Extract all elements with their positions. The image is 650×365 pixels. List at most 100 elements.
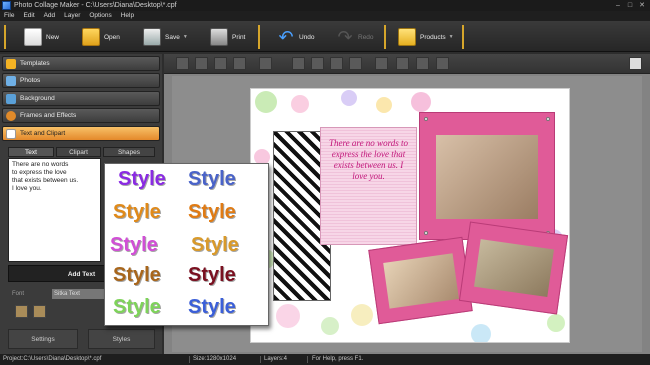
status-separator — [189, 356, 190, 363]
flower-decoration — [276, 304, 300, 328]
print-button[interactable]: Print — [210, 24, 245, 50]
italic-style-button[interactable] — [33, 305, 46, 318]
main-toolbar: New Open Save ▼ Print ↶ Undo ↷ Redo Prod… — [0, 21, 650, 52]
status-help: For Help, press F1. — [312, 356, 364, 362]
status-layers: Layers:4 — [264, 356, 288, 362]
photo-frame-large[interactable] — [419, 112, 555, 240]
bring-to-front-icon[interactable] — [214, 57, 227, 70]
style-option-8[interactable]: Style — [188, 264, 236, 286]
send-to-back-icon[interactable] — [233, 57, 246, 70]
flower-decoration — [411, 92, 431, 112]
flower-decoration — [291, 95, 309, 113]
photo-hugging-women[interactable] — [383, 253, 459, 309]
undo-arrow-icon: ↶ — [278, 27, 294, 47]
fit-icon[interactable] — [436, 57, 449, 70]
undo-button[interactable]: ↶ Undo — [277, 24, 314, 50]
page-icon[interactable] — [629, 57, 642, 70]
rotate-right-icon[interactable] — [311, 57, 324, 70]
new-button[interactable]: New — [24, 24, 59, 50]
printer-icon — [210, 28, 228, 46]
align-icon[interactable] — [259, 57, 272, 70]
flower-decoration — [376, 97, 392, 113]
sidebar-item-photos[interactable]: Photos — [2, 73, 160, 88]
style-option-1[interactable]: Style — [118, 168, 166, 190]
text-input[interactable]: There are no words to express the love t… — [8, 158, 101, 262]
products-box-icon — [398, 28, 416, 46]
status-size: Size:1280x1024 — [193, 356, 237, 362]
send-backward-icon[interactable] — [195, 57, 208, 70]
maximize-button[interactable]: □ — [624, 0, 636, 11]
photo-two-women[interactable] — [436, 135, 538, 219]
sidebar-item-background[interactable]: Background — [2, 91, 160, 106]
status-separator — [260, 356, 261, 363]
edit-toolbar — [164, 54, 650, 74]
chevron-down-icon[interactable]: ▼ — [183, 34, 188, 40]
photo-frame-small-left[interactable] — [368, 236, 473, 325]
new-document-icon — [24, 28, 42, 46]
style-option-2[interactable]: Style — [188, 168, 236, 190]
bring-forward-icon[interactable] — [176, 57, 189, 70]
status-bar: Project:C:\Users\Diana\Desktop\*.cpf Siz… — [0, 354, 650, 365]
style-option-3[interactable]: Style — [113, 201, 161, 223]
status-separator — [307, 356, 308, 363]
bold-style-button[interactable] — [15, 305, 28, 318]
status-project: Project:C:\Users\Diana\Desktop\*.cpf — [3, 356, 102, 362]
tab-styles[interactable]: Styles — [88, 329, 155, 349]
sidebar-item-text-and-clipart[interactable]: Text and Clipart — [2, 126, 160, 141]
font-label: Font — [12, 291, 25, 297]
open-button[interactable]: Open — [82, 24, 120, 50]
menu-bar: File Edit Add Layer Options Help — [0, 11, 650, 21]
toolbar-separator — [384, 25, 386, 49]
flower-decoration — [341, 90, 357, 106]
menu-edit[interactable]: Edit — [23, 12, 34, 19]
sidebar-item-frames-and-effects[interactable]: Frames and Effects — [2, 108, 160, 123]
photos-icon — [6, 75, 16, 86]
flip-horizontal-icon[interactable] — [330, 57, 343, 70]
app-icon — [2, 1, 11, 10]
flower-decoration — [321, 317, 339, 335]
style-option-5[interactable]: Style — [110, 234, 158, 256]
sidebar-item-templates[interactable]: Templates — [2, 56, 160, 71]
tab-settings[interactable]: Settings — [8, 329, 78, 349]
folder-icon — [82, 28, 100, 46]
window-title: Photo Collage Maker - C:\Users\Diana\Des… — [14, 2, 177, 9]
close-button[interactable]: ✕ — [636, 0, 648, 11]
menu-options[interactable]: Options — [89, 12, 111, 19]
redo-button[interactable]: ↷ Redo — [336, 24, 373, 50]
save-button[interactable]: Save ▼ — [143, 24, 188, 50]
toolbar-separator — [462, 25, 464, 49]
settings-gear-icon[interactable] — [416, 57, 429, 70]
style-option-9[interactable]: Style — [113, 296, 161, 318]
minimize-button[interactable]: – — [612, 0, 624, 11]
rivet-decoration — [424, 231, 428, 235]
rotate-left-icon[interactable] — [292, 57, 305, 70]
quote-text-card[interactable]: There are no words to express the love t… — [320, 127, 417, 245]
delete-icon[interactable] — [375, 57, 388, 70]
style-option-7[interactable]: Style — [113, 264, 161, 286]
menu-file[interactable]: File — [4, 12, 14, 19]
rivet-decoration — [546, 117, 550, 121]
flip-vertical-icon[interactable] — [349, 57, 362, 70]
toolbar-separator — [258, 25, 260, 49]
font-select[interactable]: Sitka Text — [52, 289, 104, 299]
star-icon — [6, 58, 16, 69]
photo-frame-small-right[interactable] — [458, 221, 569, 315]
menu-help[interactable]: Help — [121, 12, 134, 19]
tab-clipart[interactable]: Clipart — [56, 147, 101, 157]
style-option-4[interactable]: Style — [188, 201, 236, 223]
style-option-6[interactable]: Style — [191, 234, 239, 256]
flower-decoration — [351, 304, 373, 326]
title-bar: Photo Collage Maker - C:\Users\Diana\Des… — [0, 0, 650, 11]
tab-text[interactable]: Text — [8, 147, 54, 157]
menu-add[interactable]: Add — [44, 12, 56, 19]
products-button[interactable]: Products ▼ — [398, 24, 454, 50]
style-option-10[interactable]: Style — [188, 296, 236, 318]
photo-outdoor-women[interactable] — [474, 239, 554, 297]
tab-shapes[interactable]: Shapes — [103, 147, 155, 157]
crop-icon[interactable] — [396, 57, 409, 70]
menu-layer[interactable]: Layer — [64, 12, 80, 19]
text-clipart-icon — [6, 128, 16, 139]
save-disk-icon — [143, 28, 161, 46]
flower-decoration — [255, 91, 277, 113]
chevron-down-icon[interactable]: ▼ — [449, 34, 454, 40]
